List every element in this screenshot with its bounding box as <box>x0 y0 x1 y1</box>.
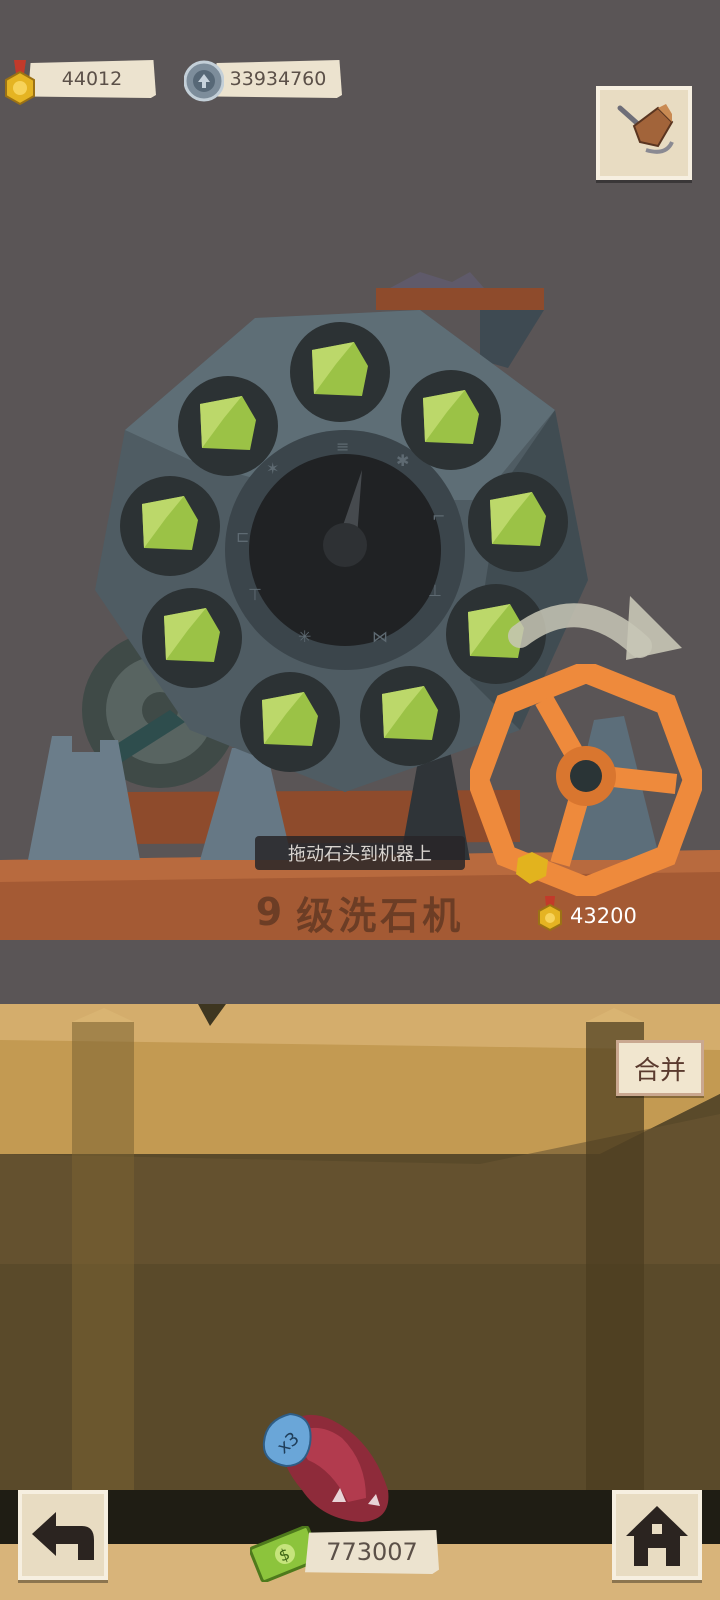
svg-text:⊤: ⊤ <box>248 585 262 604</box>
gear-count: 33934760 <box>229 68 327 90</box>
cash-tag: 773007 <box>305 1530 439 1574</box>
cash-count: 773007 <box>326 1538 418 1566</box>
svg-text:⋈: ⋈ <box>372 627 388 646</box>
home-button[interactable] <box>612 1490 702 1580</box>
drag-hint: 拖动石头到机器上 <box>255 836 465 870</box>
crank-wheel[interactable] <box>470 664 702 896</box>
svg-text:⊥: ⊥ <box>428 581 442 600</box>
svg-text:≡: ≡ <box>336 437 349 456</box>
medal-currency: 44012 <box>0 58 160 106</box>
shop-button[interactable] <box>596 86 692 180</box>
house-icon <box>626 1506 688 1566</box>
machine-level-number: 9 <box>255 890 287 934</box>
medal-icon <box>538 896 562 932</box>
svg-text:✱: ✱ <box>396 451 409 470</box>
svg-text:⌐: ⌐ <box>432 507 445 526</box>
svg-text:✶: ✶ <box>266 459 279 478</box>
bag-multiplier-badge: x3 <box>262 1412 312 1468</box>
gear-coin-icon <box>184 60 224 102</box>
upgrade-cost-value: 43200 <box>570 904 637 928</box>
medal-icon <box>5 60 35 106</box>
gem-bag[interactable]: x3 <box>262 1410 410 1530</box>
machine-level-label: 级洗石机 <box>296 893 465 938</box>
back-arrow-icon <box>32 1512 94 1560</box>
merge-button[interactable]: 合并 <box>616 1040 704 1096</box>
pickaxe-shop-icon <box>617 104 674 154</box>
cash-display: $ 773007 <box>250 1520 450 1586</box>
upgrade-cost[interactable]: 43200 <box>536 896 637 936</box>
medal-count-tag: 44012 <box>28 60 156 98</box>
back-button[interactable] <box>18 1490 108 1580</box>
medal-count: 44012 <box>61 68 123 90</box>
gear-count-tag: 33934760 <box>214 60 342 98</box>
svg-text:✳: ✳ <box>298 627 311 646</box>
svg-text:⊏: ⊏ <box>236 527 249 546</box>
gear-currency: 33934760 <box>184 58 344 106</box>
